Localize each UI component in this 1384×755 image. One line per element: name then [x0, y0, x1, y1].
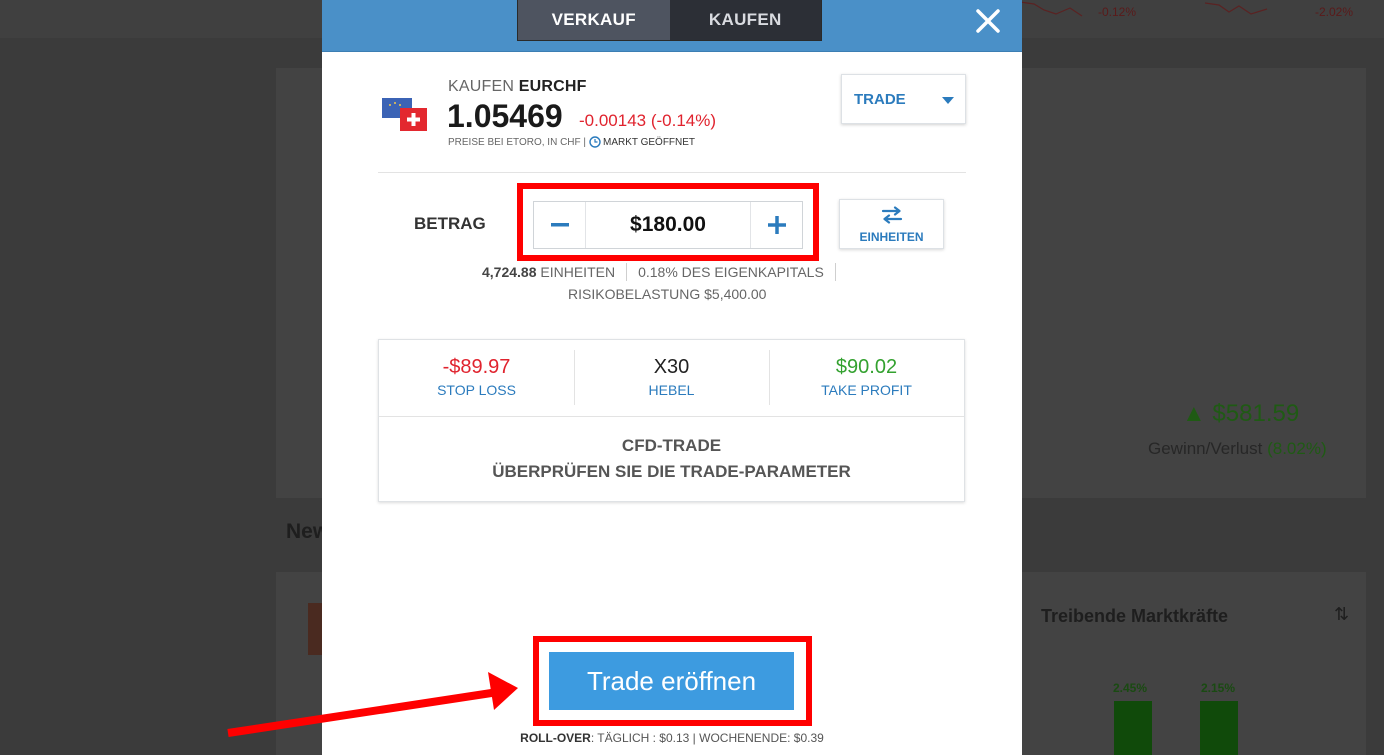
cfd-trade-subtitle: ÜBERPRÜFEN SIE DIE TRADE-PARAMETER — [492, 462, 851, 481]
tab-sell[interactable]: VERKAUF — [518, 0, 670, 40]
units-button-label: EINHEITEN — [859, 230, 924, 244]
caret-down-icon — [942, 97, 954, 104]
background-bar-percent: 2.45% — [1113, 681, 1148, 695]
divider — [378, 172, 966, 173]
background-profit-value: ▲ $581.59 — [1182, 400, 1300, 427]
clock-icon — [589, 136, 601, 148]
take-profit-label: TAKE PROFIT — [821, 382, 912, 398]
take-profit-value: $90.02 — [835, 356, 898, 378]
leverage-label: HEBEL — [648, 382, 695, 398]
close-icon[interactable] — [972, 5, 1004, 37]
equity-percent: 0.18% DES EIGENKAPITALS — [638, 264, 824, 280]
price-change: -0.00143 (-0.14%) — [579, 111, 717, 130]
take-profit-setting[interactable]: $90.02 TAKE PROFIT — [769, 340, 964, 416]
stop-loss-value: -$89.97 — [442, 356, 511, 378]
rollover-info: ROLL-OVER: TÄGLICH : $0.13 | WOCHENENDE:… — [520, 731, 824, 745]
price-meta: PREISE BEI ETORO, IN CHF | MARKT GEÖFFNE… — [448, 136, 696, 148]
background-profit-label: Gewinn/Verlust (8.02%) — [1148, 439, 1327, 458]
background-percent: -2.02% — [1315, 5, 1354, 19]
dialog-header: VERKAUF KAUFEN — [322, 0, 1022, 52]
order-type-dropdown[interactable]: TRADE — [841, 74, 966, 124]
trade-dialog: VERKAUF KAUFEN KAUFEN EURCHF 1.05469 -0.… — [322, 0, 1022, 755]
leverage-value: X30 — [653, 356, 690, 378]
trade-params-card: -$89.97 STOP LOSS X30 HEBEL $90.02 TAKE … — [378, 339, 965, 502]
amount-highlight-annotation — [517, 183, 819, 261]
sell-buy-toggle: VERKAUF KAUFEN — [517, 0, 822, 41]
background-sparkline-icon — [1205, 2, 1268, 15]
stop-loss-setting[interactable]: -$89.97 STOP LOSS — [379, 340, 574, 416]
switch-to-units-button[interactable]: EINHEITEN — [839, 199, 944, 249]
swap-icon — [881, 206, 903, 224]
leverage-setting[interactable]: X30 HEBEL — [574, 340, 769, 416]
order-type-label: TRADE — [854, 90, 906, 108]
sort-icon: ⇅ — [1334, 604, 1350, 624]
market-status: MARKT GEÖFFNET — [603, 136, 696, 148]
background-sparkline-icon — [1020, 1, 1083, 17]
instrument-title: KAUFEN EURCHF — [448, 78, 587, 95]
stop-loss-label: STOP LOSS — [437, 382, 516, 398]
amount-label: BETRAG — [414, 214, 486, 233]
divider — [379, 416, 964, 417]
eur-chf-flag-icon — [382, 98, 427, 131]
background-market-forces-title: Treibende Marktkräfte — [1041, 606, 1229, 626]
open-trade-highlight-annotation — [533, 636, 812, 726]
tab-buy[interactable]: KAUFEN — [669, 0, 821, 40]
cfd-trade-title: CFD-TRADE — [621, 436, 722, 455]
risk-exposure: RISIKOBELASTUNG $5,400.00 — [568, 286, 767, 302]
background-bar — [1114, 701, 1152, 755]
background-bar-percent: 2.15% — [1201, 681, 1236, 695]
background-bar — [1200, 701, 1238, 755]
background-percent: -0.12% — [1098, 5, 1137, 19]
instrument-price: 1.05469 — [447, 98, 563, 134]
units-info: 4,724.88 EINHEITEN 0.18% DES EIGENKAPITA… — [482, 263, 847, 281]
